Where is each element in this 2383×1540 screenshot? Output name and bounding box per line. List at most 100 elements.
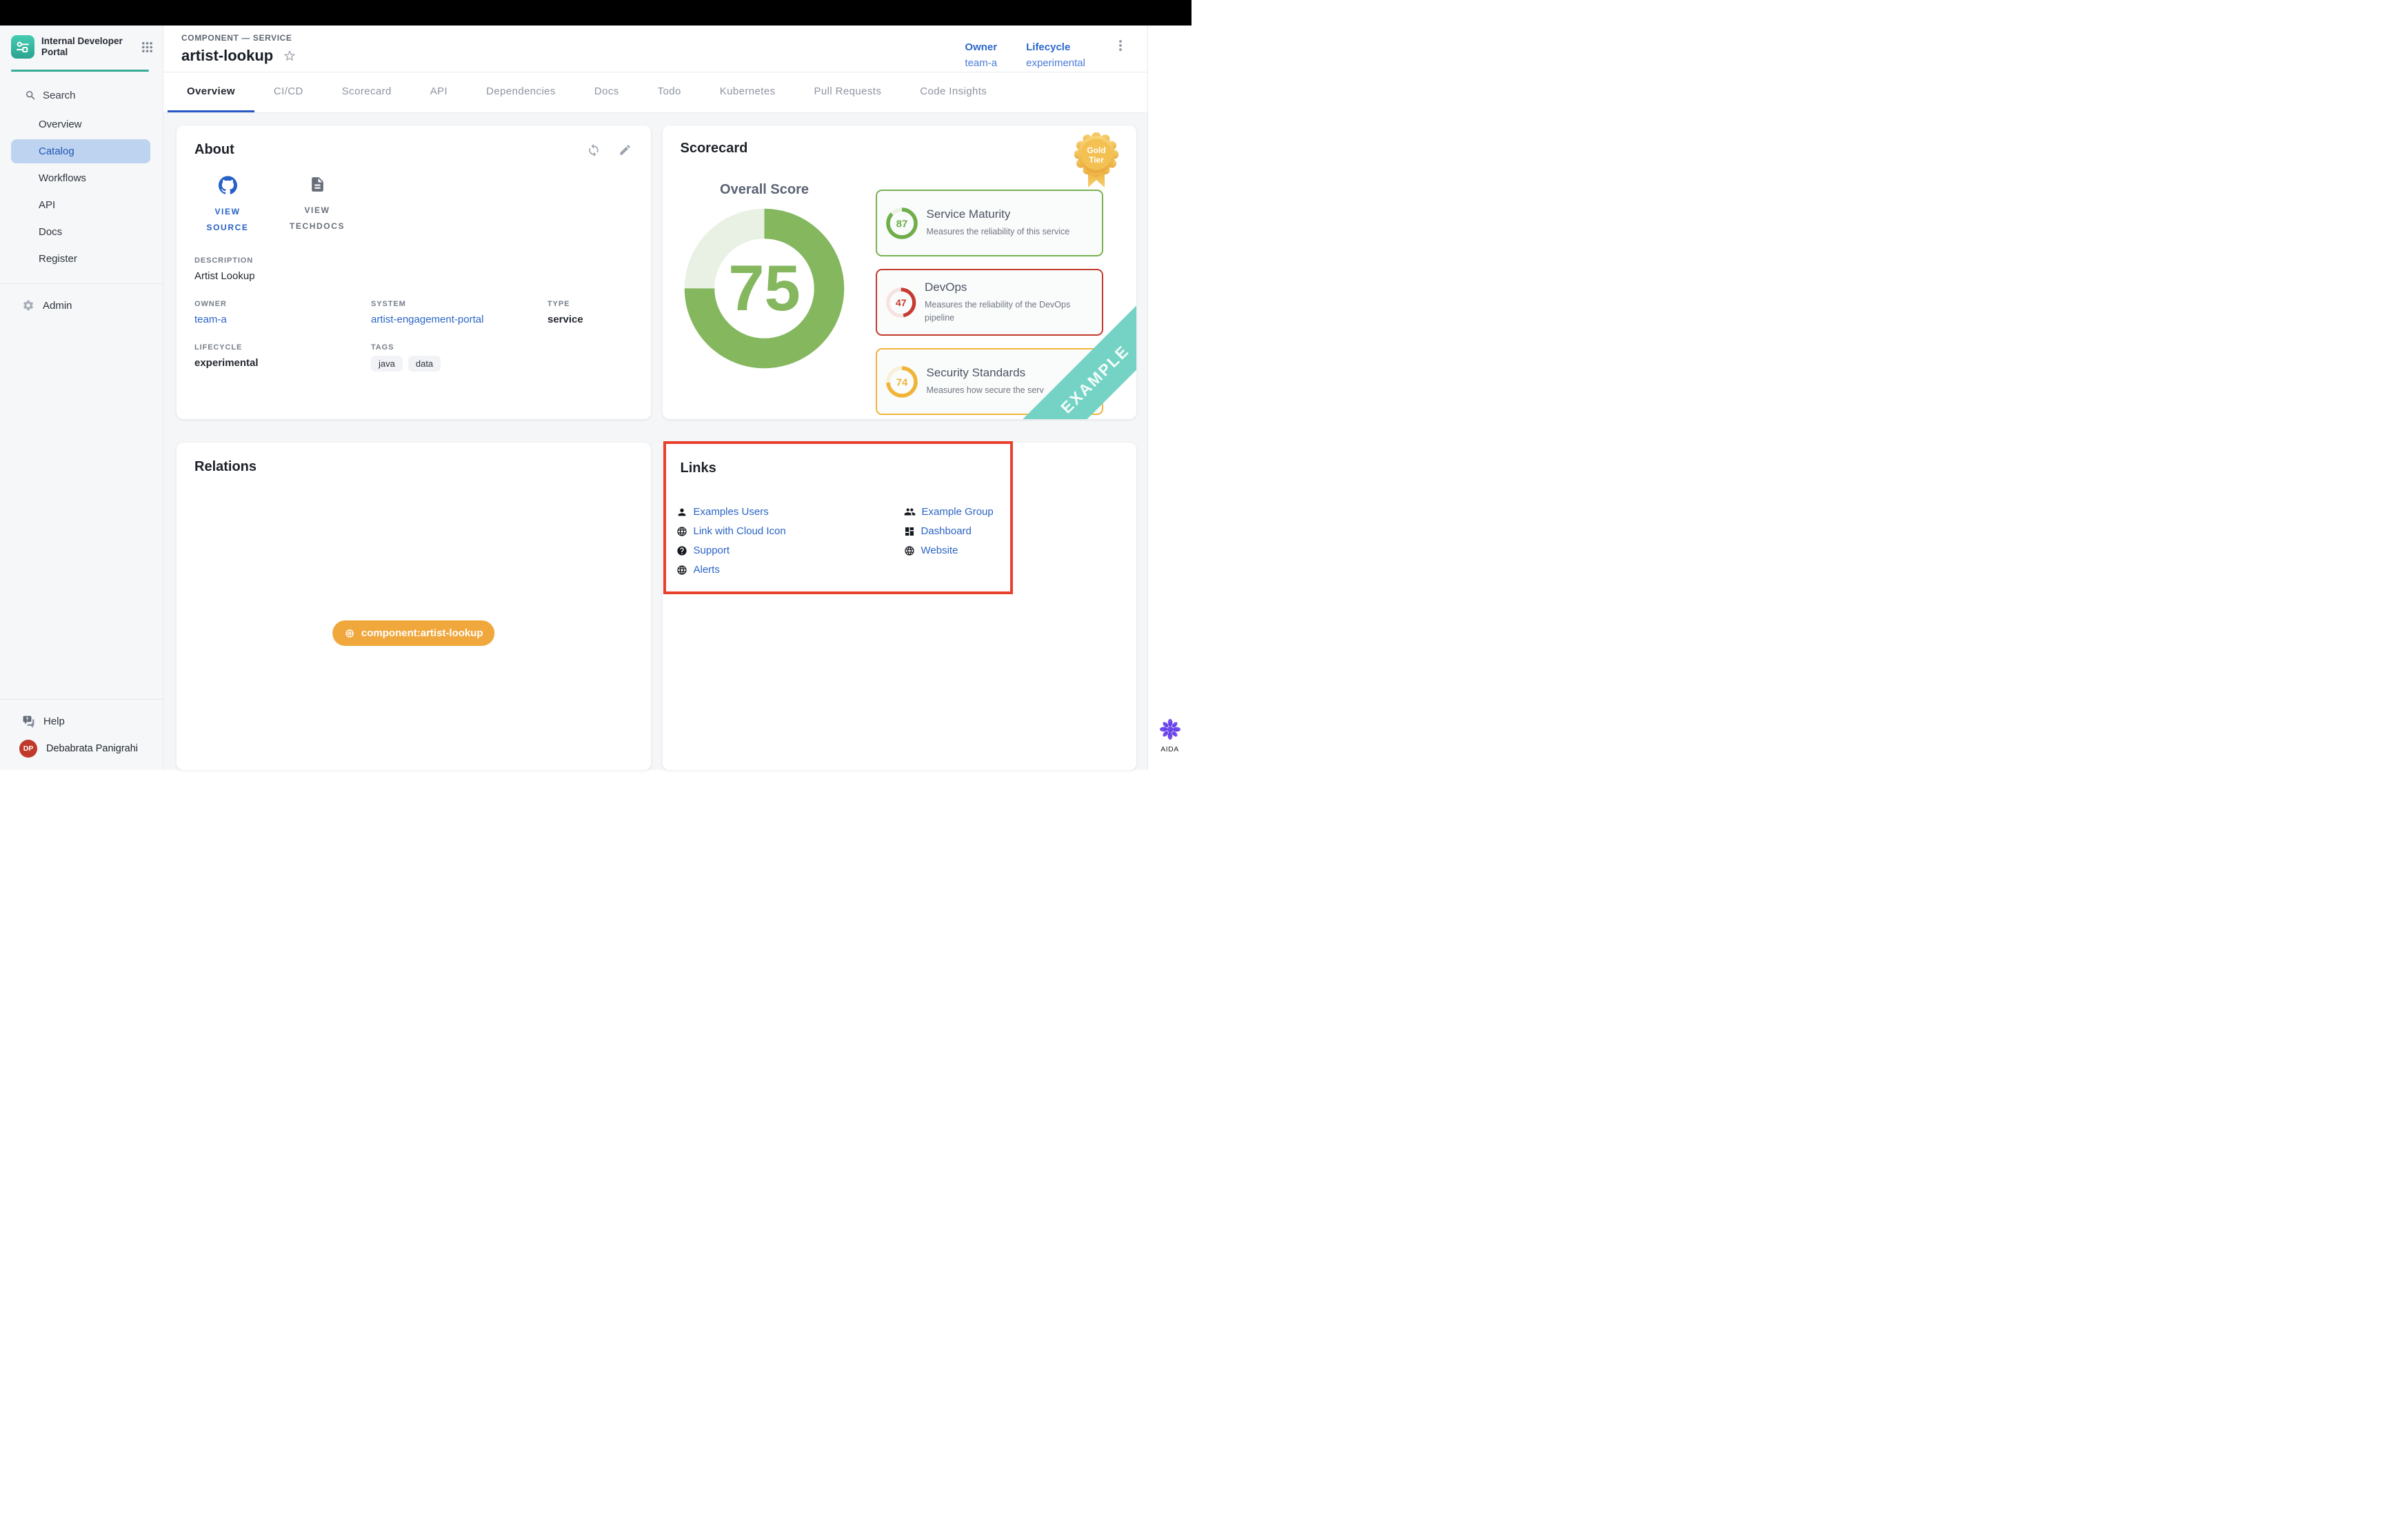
github-icon	[219, 176, 237, 194]
link-example-group[interactable]: Example Group	[904, 506, 994, 518]
about-title: About	[194, 142, 633, 158]
avatar: DP	[19, 740, 37, 758]
link-examples-users[interactable]: Examples Users	[676, 506, 904, 518]
svg-text:Gold: Gold	[1087, 145, 1105, 155]
portal-logo	[11, 35, 34, 59]
tab-dependencies[interactable]: Dependencies	[467, 72, 575, 113]
overall-score-donut: 75	[683, 207, 845, 369]
sidebar-item-admin[interactable]: Admin	[22, 294, 163, 317]
entity-tabs: Overview CI/CD Scorecard API Dependencie…	[163, 72, 1147, 114]
edit-pencil-icon[interactable]	[619, 143, 632, 157]
lifecycle-field-label: LIFECYCLE	[194, 343, 367, 352]
apps-grid-icon[interactable]	[141, 41, 153, 53]
help-icon	[676, 545, 687, 556]
document-icon	[309, 176, 326, 193]
overall-score-label: Overall Score	[682, 182, 847, 198]
tag-data[interactable]: data	[408, 356, 441, 372]
tab-api[interactable]: API	[411, 72, 467, 113]
sidebar-item-catalog[interactable]: Catalog	[11, 139, 150, 163]
metric-devops[interactable]: 47 DevOps Measures the reliability of th…	[876, 269, 1103, 336]
tag-java[interactable]: java	[371, 356, 403, 372]
svg-text:?: ?	[26, 716, 28, 722]
search-input[interactable]: Search	[25, 90, 163, 101]
type-value: service	[547, 314, 633, 325]
links-title: Links	[681, 460, 1119, 476]
relation-node-label: component:artist-lookup	[361, 627, 483, 639]
tab-pull-requests[interactable]: Pull Requests	[795, 72, 901, 113]
owner-meta[interactable]: Owner team-a	[965, 39, 997, 72]
link-website[interactable]: Website	[904, 545, 994, 556]
lifecycle-field-value: experimental	[194, 357, 367, 369]
view-source-label: VIEW SOURCE	[194, 204, 261, 236]
scorecard-card: Scorecard	[663, 125, 1137, 419]
help-chat-icon: ?	[22, 715, 35, 728]
system-link[interactable]: artist-engagement-portal	[371, 314, 543, 325]
aida-assistant-button[interactable]: AIDA	[1158, 718, 1182, 770]
sidebar-item-overview[interactable]: Overview	[11, 112, 150, 136]
assistant-strip: AIDA	[1147, 26, 1192, 770]
top-black-bar	[0, 0, 1192, 26]
tab-kubernetes[interactable]: Kubernetes	[701, 72, 795, 113]
sidebar-item-docs[interactable]: Docs	[11, 220, 150, 244]
svg-text:87: 87	[896, 218, 907, 230]
metric-name: DevOps	[925, 281, 1093, 294]
person-icon	[676, 507, 687, 518]
sidebar-divider	[0, 283, 163, 284]
sidebar: Internal Developer Portal Search Overvie…	[0, 26, 163, 770]
sidebar-item-workflows[interactable]: Workflows	[11, 166, 150, 190]
group-icon	[904, 506, 916, 518]
owner-field-label: OWNER	[194, 300, 367, 308]
link-with-cloud-icon[interactable]: Link with Cloud Icon	[676, 525, 904, 537]
dashboard-icon	[904, 526, 915, 537]
aida-flower-icon	[1158, 718, 1182, 741]
tab-docs[interactable]: Docs	[575, 72, 639, 113]
link-support[interactable]: Support	[676, 545, 904, 556]
page-title: artist-lookup	[181, 47, 273, 65]
aida-label: AIDA	[1160, 745, 1179, 753]
relations-title: Relations	[194, 459, 633, 475]
scorecard-title: Scorecard	[681, 141, 748, 156]
metric-description: Measures the reliability of the DevOps p…	[925, 298, 1093, 323]
sidebar-item-api[interactable]: API	[11, 193, 150, 217]
about-card: About VIEW SOURCE V	[177, 125, 651, 419]
description-label: DESCRIPTION	[194, 256, 633, 265]
search-icon	[25, 90, 37, 101]
view-source-button[interactable]: VIEW SOURCE	[194, 176, 261, 236]
sidebar-bottom-divider	[0, 699, 163, 700]
description-value: Artist Lookup	[194, 270, 633, 282]
chip-icon	[344, 628, 355, 639]
more-options-kebab-icon[interactable]	[1114, 39, 1127, 72]
portal-title: Internal Developer Portal	[41, 36, 134, 58]
tab-todo[interactable]: Todo	[639, 72, 701, 113]
relation-node-artist-lookup[interactable]: component:artist-lookup	[332, 620, 495, 646]
svg-text:Tier: Tier	[1089, 155, 1104, 165]
tags-field-label: TAGS	[371, 343, 543, 352]
metric-name: Security Standards	[927, 366, 1044, 380]
metric-name: Service Maturity	[927, 207, 1070, 221]
help-button[interactable]: ? Help	[22, 709, 163, 733]
type-field-label: TYPE	[547, 300, 633, 308]
svg-text:75: 75	[728, 252, 801, 324]
tab-cicd[interactable]: CI/CD	[254, 72, 323, 113]
entity-header: COMPONENT — SERVICE artist-lookup Owner …	[163, 26, 1147, 72]
user-name: Debabrata Panigrahi	[46, 743, 138, 754]
lifecycle-meta[interactable]: Lifecycle experimental	[1026, 39, 1085, 72]
metric-description: Measures how secure the serv	[927, 384, 1044, 396]
view-techdocs-label: VIEW TECHDOCS	[284, 203, 350, 234]
tab-overview[interactable]: Overview	[168, 72, 254, 113]
tab-code-insights[interactable]: Code Insights	[901, 72, 1006, 113]
gear-icon	[22, 299, 34, 312]
favorite-star-icon[interactable]	[283, 49, 296, 63]
globe-icon	[676, 526, 687, 537]
svg-text:74: 74	[896, 376, 907, 388]
links-card: Links Examples Users Link with Cloud Ico…	[663, 443, 1137, 770]
refresh-icon[interactable]	[587, 143, 601, 157]
sidebar-item-register[interactable]: Register	[11, 247, 150, 271]
link-dashboard[interactable]: Dashboard	[904, 525, 994, 537]
owner-link[interactable]: team-a	[194, 314, 367, 325]
user-profile[interactable]: DP Debabrata Panigrahi	[19, 740, 163, 758]
tab-scorecard[interactable]: Scorecard	[323, 72, 411, 113]
view-techdocs-button[interactable]: VIEW TECHDOCS	[284, 176, 350, 236]
link-alerts[interactable]: Alerts	[676, 564, 904, 576]
metric-service-maturity[interactable]: 87 Service Maturity Measures the reliabi…	[876, 190, 1103, 256]
